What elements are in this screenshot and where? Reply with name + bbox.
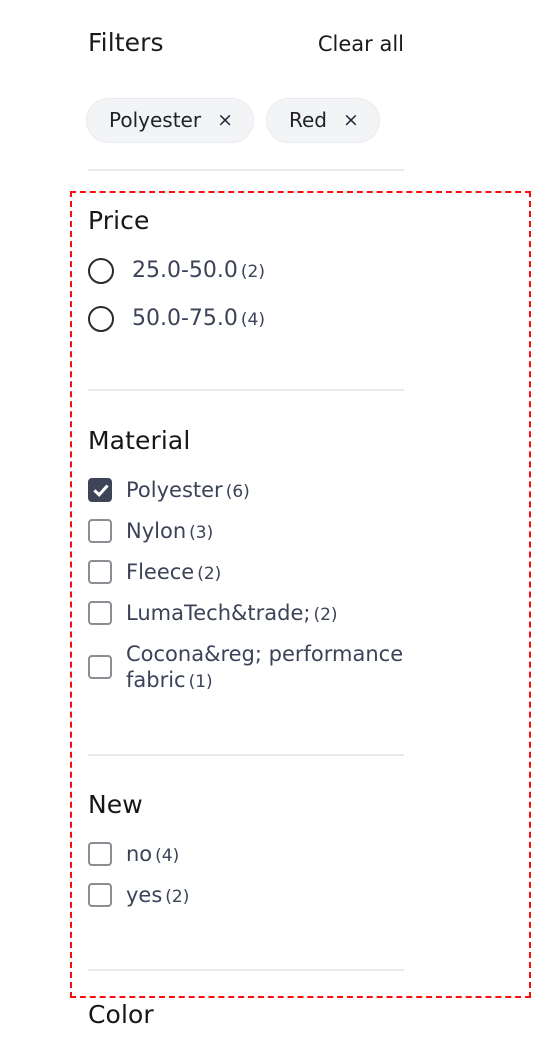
filter-option-material-lumatech[interactable]: LumaTech&trade; (2) — [88, 600, 428, 627]
filter-option-new-no[interactable]: no (4) — [88, 841, 428, 868]
filters-header: Filters Clear all — [88, 28, 404, 57]
chip-label: Red — [289, 108, 327, 132]
divider — [88, 169, 404, 171]
applied-filter-chip-red[interactable]: Red × — [266, 98, 380, 143]
section-title-new: New — [88, 790, 143, 819]
checkbox-icon[interactable] — [88, 883, 112, 908]
filter-option-material-polyester[interactable]: Polyester (6) — [88, 477, 428, 504]
option-count: (2) — [165, 886, 190, 907]
filter-option-price-50-75[interactable]: 50.0-75.0 (4) — [88, 305, 428, 333]
checkbox-icon[interactable] — [88, 560, 112, 585]
option-label: 50.0-75.0 — [132, 306, 238, 332]
close-icon[interactable]: × — [217, 110, 233, 130]
option-label: 25.0-50.0 — [132, 258, 238, 283]
checkbox-icon[interactable] — [88, 655, 112, 680]
option-count: (4) — [155, 846, 180, 866]
radio-icon[interactable] — [88, 258, 114, 285]
option-label: LumaTech&trade; — [126, 600, 311, 625]
close-icon[interactable]: × — [343, 110, 359, 130]
filters-panel: Filters Clear all Polyester × Red × Pric… — [0, 0, 550, 1040]
option-label: Polyester — [126, 478, 223, 502]
material-options: Polyester (6) Nylon (3) Fleece (2) LumaTech… — [88, 477, 428, 694]
option-count: (6) — [225, 482, 250, 502]
option-count: (2) — [313, 604, 338, 625]
radio-icon[interactable] — [88, 306, 114, 333]
page-title: Filters — [88, 28, 164, 57]
divider — [88, 969, 404, 971]
new-options: no (4) yes (2) — [88, 841, 428, 909]
option-label: Nylon — [126, 518, 187, 543]
section-title-material: Material — [88, 426, 191, 455]
section-title-price: Price — [88, 206, 150, 235]
applied-filters-list: Polyester × Red × — [86, 98, 380, 143]
applied-filter-chip-polyester[interactable]: Polyester × — [86, 98, 254, 143]
option-count: (2) — [240, 262, 266, 282]
filter-option-material-cocona[interactable]: Cocona&reg; performance fabric (1) — [88, 641, 428, 695]
checkbox-icon[interactable] — [88, 519, 112, 544]
section-title-color: Color — [88, 1000, 154, 1029]
option-label: no — [126, 842, 153, 866]
checkbox-icon-checked[interactable] — [88, 478, 112, 503]
option-count: (2) — [197, 563, 222, 584]
clear-all-button[interactable]: Clear all — [318, 32, 404, 56]
filter-section-material: Material Polyester (6) Nylon (3) Fleece (2) — [88, 426, 428, 708]
filter-option-new-yes[interactable]: yes (2) — [88, 882, 428, 909]
divider — [88, 389, 404, 391]
option-count: (1) — [188, 672, 213, 693]
filter-option-price-25-50[interactable]: 25.0-50.0 (2) — [88, 257, 428, 285]
divider — [88, 754, 404, 756]
filter-section-new: New no (4) yes (2) — [88, 790, 428, 923]
filter-option-material-fleece[interactable]: Fleece (2) — [88, 559, 428, 586]
option-label: Fleece — [126, 559, 195, 584]
option-label: yes — [126, 882, 163, 907]
chip-label: Polyester — [109, 108, 202, 132]
checkbox-icon[interactable] — [88, 601, 112, 626]
option-label: Cocona&reg; performance fabric — [126, 641, 404, 693]
filter-section-price: Price 25.0-50.0 (2) 50.0-75.0 (4) — [88, 206, 428, 353]
option-count: (3) — [189, 522, 214, 543]
price-options: 25.0-50.0 (2) 50.0-75.0 (4) — [88, 257, 428, 333]
filter-option-material-nylon[interactable]: Nylon (3) — [88, 518, 428, 545]
filter-section-color: Color — [88, 1000, 428, 1041]
checkbox-icon[interactable] — [88, 842, 112, 867]
option-count: (4) — [240, 310, 266, 331]
